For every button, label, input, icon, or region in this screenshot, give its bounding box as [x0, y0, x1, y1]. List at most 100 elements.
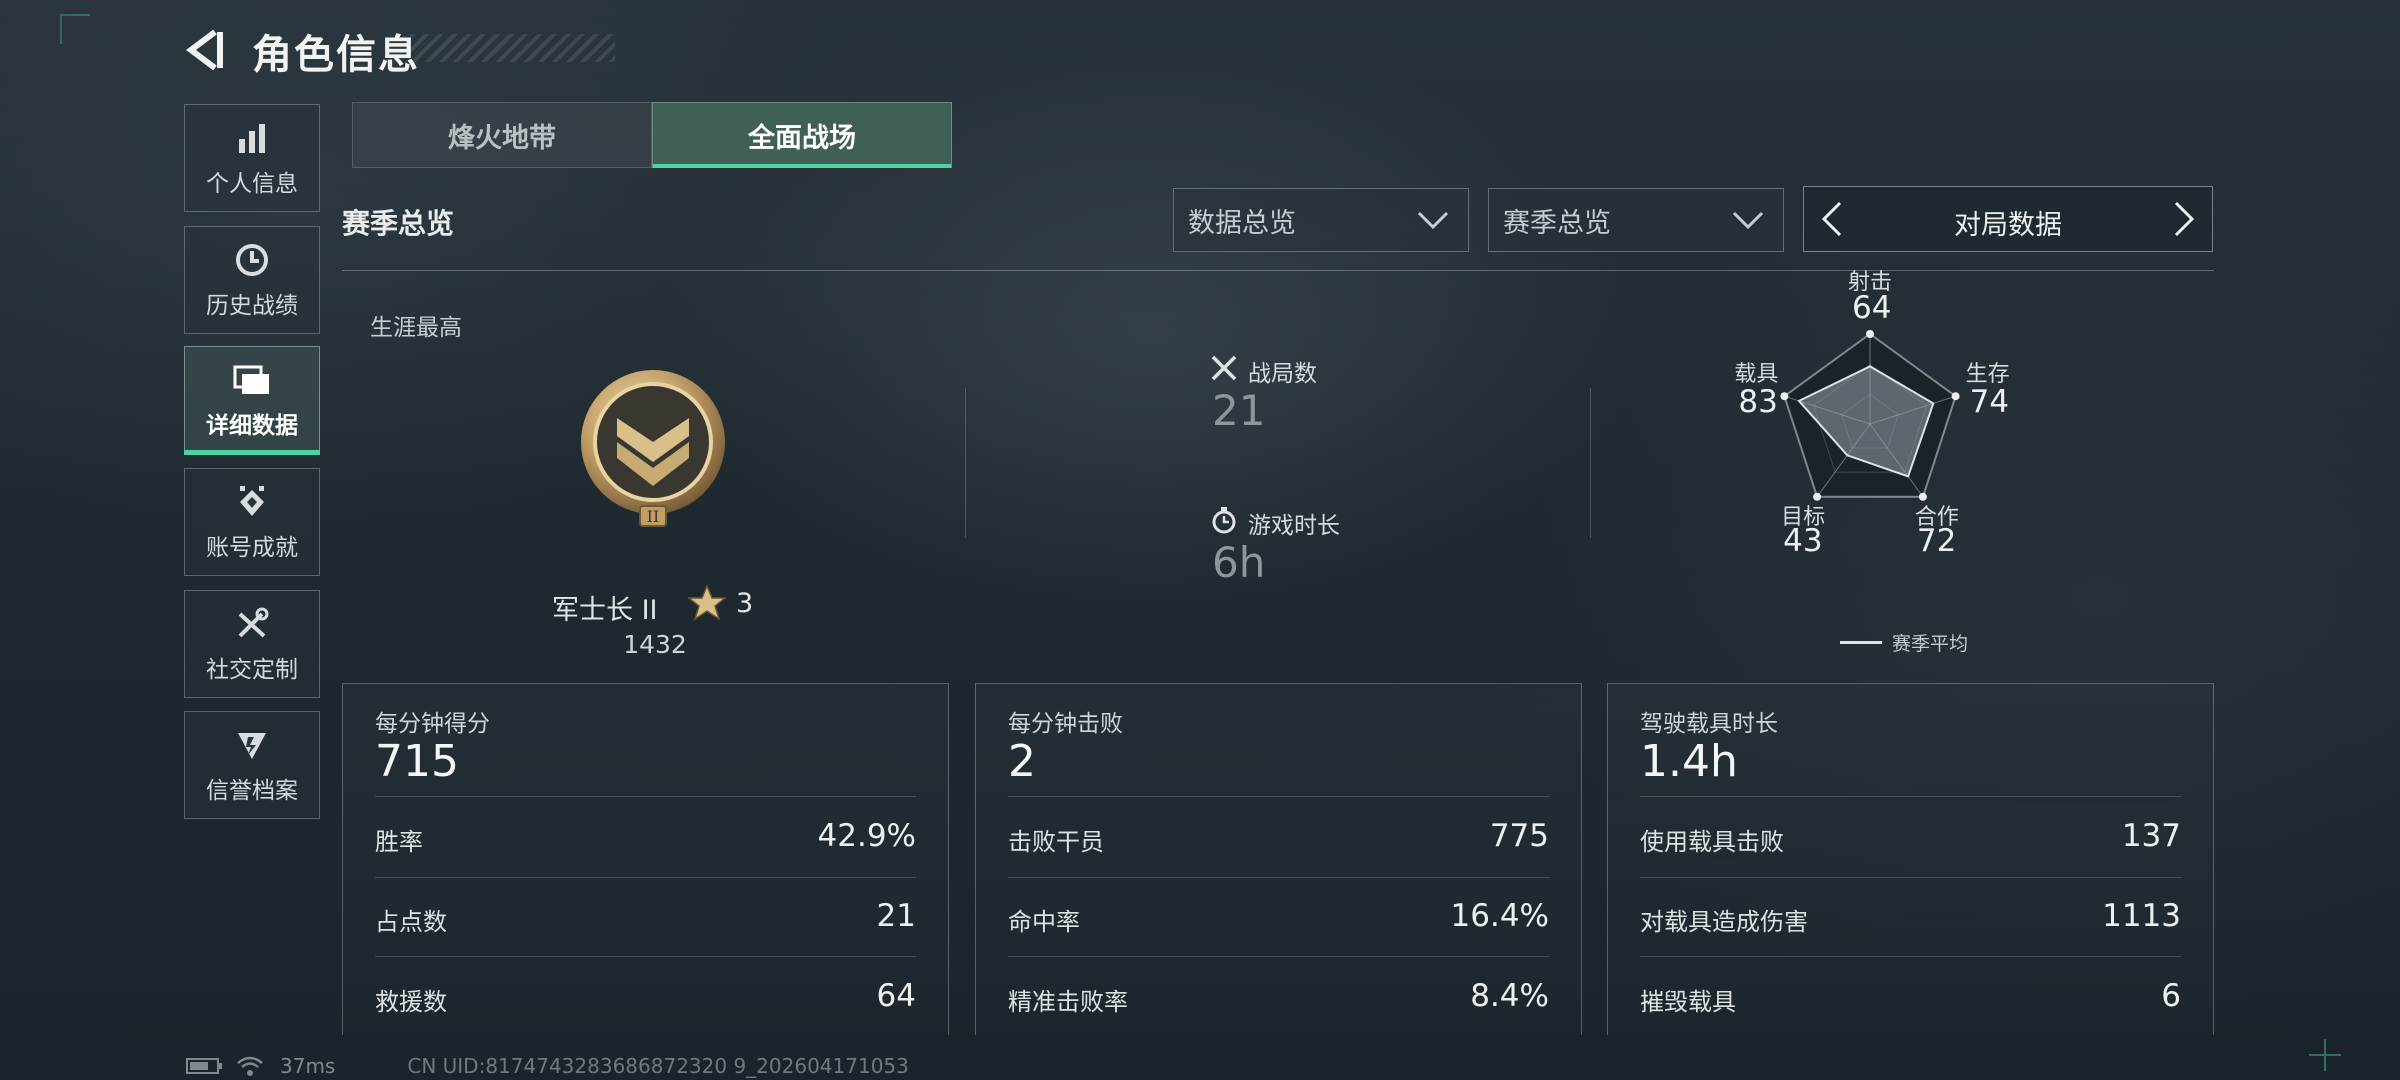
chevron-right-icon	[2174, 201, 2195, 237]
sidebar-item-social-custom[interactable]: 社交定制	[184, 590, 320, 698]
card-divider	[1008, 956, 1549, 957]
sidebar-item-detailed-data[interactable]: 详细数据	[184, 346, 320, 455]
tab-all-out-warfare[interactable]: 全面战场	[652, 102, 952, 168]
crosshair-icon	[2309, 1039, 2341, 1071]
dropdown-label: 赛季总览	[1503, 207, 1611, 239]
card-divider	[375, 877, 916, 878]
sidebar-item-achievements[interactable]: 账号成就	[184, 468, 320, 576]
sidebar-item-reputation[interactable]: 信誉档案	[184, 711, 320, 819]
stat-row-label: 击败干员	[1008, 828, 1104, 856]
rank-stars-count: 3	[736, 588, 754, 619]
card-title: 每分钟击败	[1008, 711, 1123, 737]
stat-row-label: 占点数	[375, 908, 447, 936]
wifi-icon	[237, 1056, 263, 1076]
achievement-icon	[232, 482, 272, 522]
score-per-minute-card: 每分钟得分 715 胜率 42.9% 占点数 21 救援数 64	[342, 683, 949, 1035]
matches-value: 21	[1212, 386, 1266, 435]
section-title: 赛季总览	[342, 207, 455, 240]
battery-icon	[186, 1058, 222, 1074]
pager-label: 对局数据	[1954, 210, 2062, 241]
card-divider	[375, 796, 916, 797]
radar-axis-dot	[1866, 330, 1874, 338]
stat-row-value: 64	[876, 978, 916, 1014]
radar-value-survival: 74	[1969, 384, 2010, 421]
radar-value-cooperation: 72	[1916, 522, 1957, 559]
back-arrow-icon	[186, 29, 223, 71]
radar-value-vehicle: 83	[1738, 384, 1778, 421]
playtime-label: 游戏时长	[1248, 513, 1340, 539]
radar-axis-dot	[1780, 392, 1789, 401]
playtime-value: 6h	[1212, 538, 1266, 587]
stat-row-value: 42.9%	[817, 818, 916, 854]
card-main-value: 1.4h	[1640, 736, 1738, 787]
vehicle-time-card: 驾驶载具时长 1.4h 使用载具击败 137 对载具造成伤害 1113 摧毁载具…	[1607, 683, 2214, 1035]
data-overview-dropdown[interactable]: 数据总览	[1173, 188, 1469, 252]
tools-icon	[232, 604, 272, 644]
dropdown-label: 数据总览	[1188, 207, 1296, 239]
stat-row-label: 摧毁载具	[1640, 988, 1736, 1016]
section-divider	[342, 270, 2214, 271]
back-button[interactable]	[185, 28, 225, 72]
page-title: 角色信息	[252, 32, 420, 78]
stat-row-value: 137	[2121, 818, 2181, 854]
clock-icon	[232, 240, 272, 280]
stat-row-value: 6	[2161, 978, 2181, 1014]
match-data-pager: 对局数据	[1803, 186, 2213, 252]
sidebar-item-label: 历史战绩	[206, 293, 298, 319]
radar-axis-dot	[1951, 392, 1960, 401]
rank-score: 1432	[623, 630, 687, 659]
career-best-label: 生涯最高	[370, 315, 462, 341]
tab-firezone[interactable]: 烽火地带	[352, 102, 652, 168]
card-main-value: 2	[1008, 736, 1036, 787]
pager-next-button[interactable]	[2166, 199, 2202, 239]
sidebar-item-match-history[interactable]: 历史战绩	[184, 226, 320, 334]
svg-text:II: II	[647, 507, 660, 526]
sidebar-item-personal-info[interactable]: 个人信息	[184, 104, 320, 212]
folder-icon	[232, 360, 272, 400]
star-icon	[686, 584, 728, 622]
crossed-swords-icon	[1210, 354, 1238, 382]
stat-row-value: 8.4%	[1470, 978, 1549, 1014]
radar-legend-label: 赛季平均	[1892, 633, 1969, 655]
corner-decoration	[60, 14, 90, 44]
stopwatch-icon	[1210, 506, 1238, 534]
overview-divider	[1590, 388, 1591, 538]
rank-badge-icon: II	[572, 366, 734, 528]
card-divider	[1640, 796, 2181, 797]
chevron-down-icon	[1417, 211, 1449, 230]
bar-chart-icon	[232, 118, 272, 158]
season-overview-dropdown[interactable]: 赛季总览	[1488, 188, 1784, 252]
radar-chart	[1780, 330, 1960, 501]
uid-text: CN UID:8174743283686872320 9_20260417105…	[407, 1054, 909, 1078]
overview-divider	[965, 388, 966, 538]
matches-label: 战局数	[1248, 361, 1317, 387]
sidebar-item-label: 社交定制	[206, 657, 298, 683]
stat-row-value: 16.4%	[1450, 898, 1549, 934]
card-title: 驾驶载具时长	[1640, 711, 1778, 737]
stat-row-label: 救援数	[375, 988, 447, 1016]
stat-row-label: 使用载具击败	[1640, 828, 1784, 856]
card-title: 每分钟得分	[375, 711, 490, 737]
card-divider	[1640, 877, 2181, 878]
sidebar-item-label: 信誉档案	[206, 778, 298, 804]
stat-row-label: 命中率	[1008, 908, 1080, 936]
card-divider	[375, 956, 916, 957]
card-divider	[1640, 956, 2181, 957]
stat-row-value: 21	[876, 898, 916, 934]
sidebar-item-label: 账号成就	[206, 535, 298, 561]
ping-text: 37ms	[280, 1054, 336, 1078]
card-divider	[1008, 877, 1549, 878]
radar-value-shooting: 64	[1852, 290, 1892, 326]
shield-icon	[232, 725, 272, 765]
rank-name: 军士长 II	[552, 595, 658, 626]
chevron-down-icon	[1732, 211, 1764, 230]
title-decoration	[410, 34, 615, 62]
sidebar-item-label: 个人信息	[206, 171, 298, 197]
stat-row-label: 精准击败率	[1008, 988, 1128, 1016]
stat-row-label: 对载具造成伤害	[1640, 908, 1808, 936]
stat-row-label: 胜率	[375, 828, 423, 856]
radar-value-objective: 43	[1783, 522, 1823, 559]
status-bar: 37ms CN UID:8174743283686872320 9_202604…	[186, 1054, 909, 1078]
card-divider	[1008, 796, 1549, 797]
radar-legend-line	[1840, 641, 1882, 644]
